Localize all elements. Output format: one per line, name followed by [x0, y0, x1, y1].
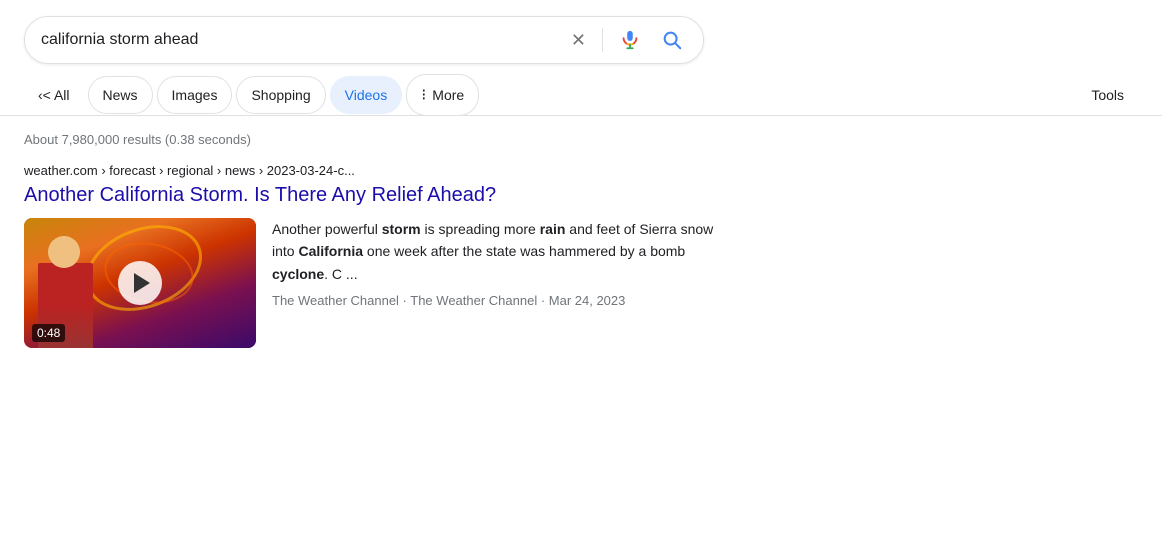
video-duration: 0:48	[32, 324, 65, 342]
play-button[interactable]	[118, 261, 162, 305]
nav-images-label: Images	[172, 87, 218, 103]
header: california storm ahead ✕	[0, 0, 1162, 64]
result-body: 0:48 Another powerful storm is spreading…	[24, 218, 736, 348]
result-card: weather.com › forecast › regional › news…	[0, 155, 760, 364]
snippet-text: Another powerful storm is spreading more…	[272, 218, 736, 285]
sidebar-item-more[interactable]: ⁝ More	[406, 74, 479, 116]
search-button[interactable]	[657, 25, 687, 55]
search-input[interactable]: california storm ahead	[41, 31, 557, 49]
sidebar-item-news[interactable]: News	[88, 76, 153, 114]
sidebar-item-images[interactable]: Images	[157, 76, 233, 114]
search-bar: california storm ahead ✕	[24, 16, 704, 64]
nav-more-label: More	[432, 87, 464, 103]
microphone-icon	[619, 29, 641, 51]
search-icon	[661, 29, 683, 51]
results-info: About 7,980,000 results (0.38 seconds)	[0, 116, 1162, 155]
result-title-link[interactable]: Another California Storm. Is There Any R…	[24, 182, 736, 208]
results-count: About 7,980,000 results (0.38 seconds)	[24, 132, 251, 147]
search-icons: ✕	[567, 25, 687, 55]
tools-button[interactable]: Tools	[1077, 77, 1138, 113]
sidebar-item-videos[interactable]: Videos	[330, 76, 403, 114]
microphone-button[interactable]	[615, 25, 645, 55]
nav-all-label: < All	[43, 87, 70, 103]
close-icon: ✕	[571, 30, 586, 51]
result-breadcrumb: weather.com › forecast › regional › news…	[24, 163, 736, 178]
more-dots-icon: ⁝	[421, 85, 427, 105]
nav-tabs: ‹ < All News Images Shopping Videos ⁝ Mo…	[0, 64, 1162, 116]
snippet-meta: The Weather Channel · The Weather Channe…	[272, 293, 736, 308]
nav-shopping-label: Shopping	[251, 87, 310, 103]
video-thumbnail[interactable]: 0:48	[24, 218, 256, 348]
sidebar-item-shopping[interactable]: Shopping	[236, 76, 325, 114]
nav-news-label: News	[103, 87, 138, 103]
nav-item-all[interactable]: ‹ < All	[24, 77, 84, 113]
clear-button[interactable]: ✕	[567, 26, 590, 55]
divider	[602, 28, 603, 52]
nav-videos-label: Videos	[345, 87, 388, 103]
result-snippet: Another powerful storm is spreading more…	[272, 218, 736, 348]
